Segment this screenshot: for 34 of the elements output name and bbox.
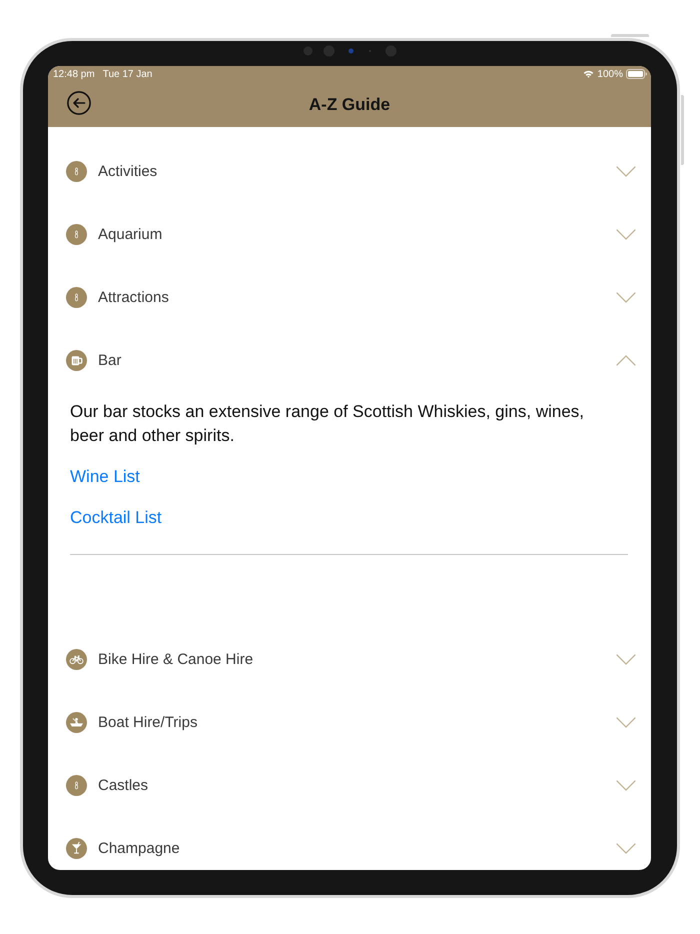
description-text: Our bar stocks an extensive range of Scottish Whiskies, gins, wines, beer and other spirits. (70, 401, 586, 447)
accordion-row[interactable]: Champagne (48, 817, 651, 870)
list-link[interactable]: Wine List (70, 465, 140, 489)
accordion-row[interactable]: Boat Hire/Trips (48, 691, 651, 754)
accordion-row[interactable]: Activities (48, 140, 651, 203)
disc-icon (66, 287, 87, 308)
beer-mug-icon (66, 350, 87, 371)
battery-percent: 100% (597, 68, 623, 80)
chevron-down-icon[interactable] (616, 654, 636, 665)
bicycle-icon (66, 649, 87, 670)
disc-icon (66, 161, 87, 182)
accordion-row[interactable]: Bike Hire & Canoe Hire (48, 628, 651, 691)
status-date: Tue 17 Jan (102, 68, 152, 80)
back-button[interactable] (67, 91, 91, 115)
disc-icon (66, 775, 87, 796)
accordion-row[interactable]: Attractions (48, 266, 651, 329)
chevron-down-icon[interactable] (616, 229, 636, 240)
battery-icon (626, 69, 647, 79)
chevron-down-icon[interactable] (616, 780, 636, 791)
wifi-icon (583, 70, 594, 78)
boat-icon (66, 712, 87, 733)
accordion-row[interactable]: Bar (48, 329, 651, 392)
cocktail-glass-icon (66, 838, 87, 859)
accordion-row[interactable]: Aquarium (48, 203, 651, 266)
chevron-up-icon[interactable] (616, 355, 636, 366)
disc-icon (66, 224, 87, 245)
accordion-row[interactable]: Castles (48, 754, 651, 817)
chevron-down-icon[interactable] (616, 843, 636, 854)
list-link[interactable]: Cocktail List (70, 506, 162, 530)
status-time: 12:48 pm (53, 68, 95, 80)
chevron-down-icon[interactable] (616, 292, 636, 303)
page-title: A-Z Guide (308, 94, 390, 114)
chevron-down-icon[interactable] (616, 166, 636, 177)
chevron-down-icon[interactable] (616, 717, 636, 728)
